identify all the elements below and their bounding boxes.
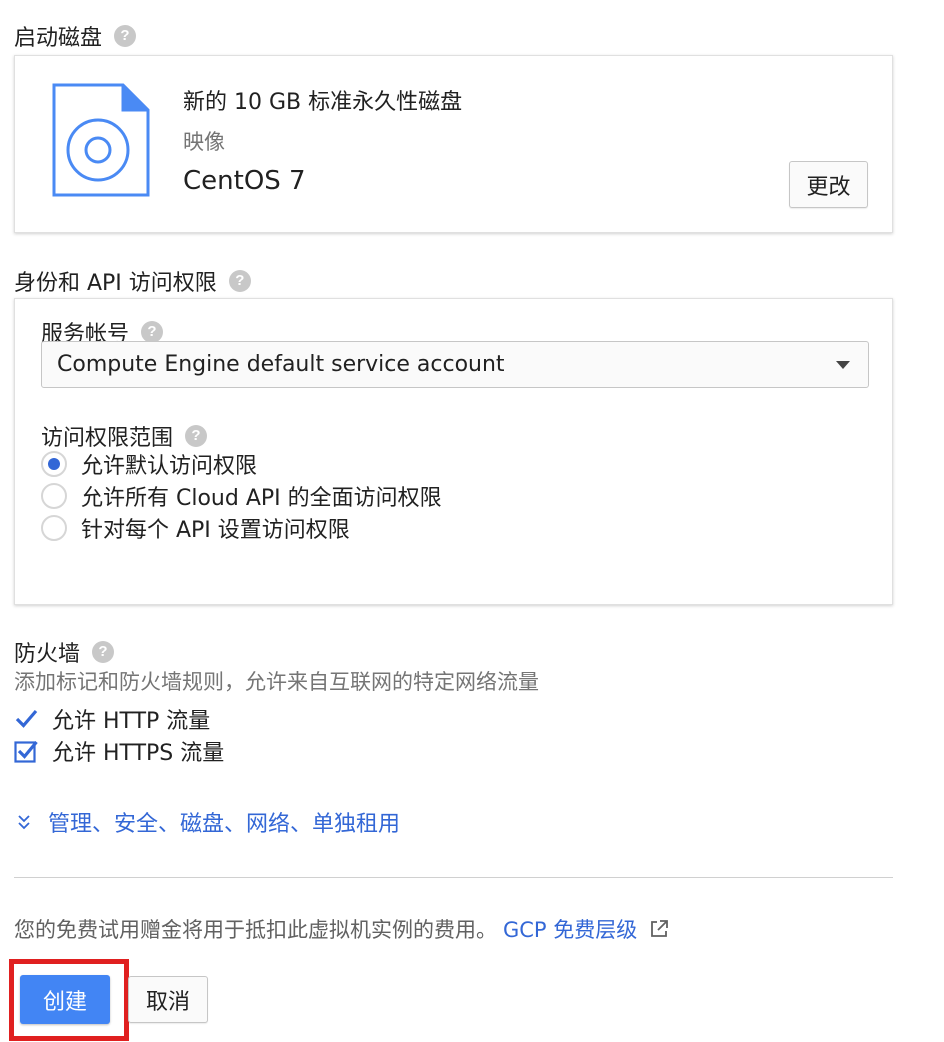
boot-disk-card: 新的 10 GB 标准永久性磁盘 映像 CentOS 7 更改 bbox=[14, 55, 893, 233]
disk-name: 新的 10 GB 标准永久性磁盘 bbox=[183, 90, 463, 115]
boot-disk-title: 启动磁盘 bbox=[14, 26, 103, 51]
identity-title: 身份和 API 访问权限 bbox=[14, 271, 217, 296]
image-name: CentOS 7 bbox=[183, 166, 306, 196]
advanced-options-label: 管理、安全、磁盘、网络、单独租用 bbox=[48, 812, 401, 837]
help-icon[interactable]: ? bbox=[185, 425, 208, 447]
free-trial-notice-text: 您的免费试用赠金将用于抵扣此虚拟机实例的费用。 bbox=[14, 918, 497, 942]
firewall-description: 添加标记和防火墙规则，允许来自互联网的特定网络流量 bbox=[14, 670, 539, 694]
double-chevron-down-icon bbox=[18, 815, 30, 830]
allow-http-checkbox-row[interactable]: 允许 HTTP 流量 bbox=[14, 703, 210, 735]
divider bbox=[14, 877, 893, 878]
external-link-icon[interactable] bbox=[649, 919, 669, 939]
help-icon[interactable]: ? bbox=[92, 641, 115, 663]
checkbox-checked-icon[interactable] bbox=[14, 739, 38, 763]
create-button[interactable]: 创建 bbox=[20, 975, 110, 1024]
identity-card: 服务帐号 ? Compute Engine default service ac… bbox=[14, 298, 893, 605]
identity-section-title: 身份和 API 访问权限 ? bbox=[14, 265, 251, 297]
help-icon[interactable]: ? bbox=[228, 270, 251, 292]
service-account-select[interactable]: Compute Engine default service account bbox=[41, 341, 869, 388]
scope-option-default[interactable]: 允许默认访问权限 bbox=[41, 448, 257, 480]
scope-option-label: 允许所有 Cloud API 的全面访问权限 bbox=[81, 486, 442, 511]
firewall-title: 防火墙 bbox=[14, 642, 81, 667]
help-icon[interactable]: ? bbox=[141, 321, 164, 343]
scope-option-full[interactable]: 允许所有 Cloud API 的全面访问权限 bbox=[41, 480, 442, 512]
disk-image-icon bbox=[52, 83, 150, 197]
free-trial-notice: 您的免费试用赠金将用于抵扣此虚拟机实例的费用。 GCP 免费层级 bbox=[14, 914, 669, 944]
scope-option-label: 允许默认访问权限 bbox=[81, 454, 258, 479]
dropdown-arrow-icon bbox=[836, 361, 850, 369]
free-tier-link[interactable]: GCP 免费层级 bbox=[503, 914, 637, 944]
radio-selected-icon[interactable] bbox=[41, 451, 67, 477]
checkmark-icon[interactable] bbox=[14, 707, 38, 731]
allow-https-label: 允许 HTTPS 流量 bbox=[52, 741, 225, 766]
change-disk-button[interactable]: 更改 bbox=[789, 161, 868, 208]
allow-https-checkbox-row[interactable]: 允许 HTTPS 流量 bbox=[14, 735, 224, 767]
firewall-section-title: 防火墙 ? bbox=[14, 636, 115, 668]
radio-unselected-icon[interactable] bbox=[41, 483, 67, 509]
allow-http-label: 允许 HTTP 流量 bbox=[52, 709, 211, 734]
boot-disk-section-title: 启动磁盘 ? bbox=[14, 20, 137, 52]
advanced-options-link[interactable]: 管理、安全、磁盘、网络、单独租用 bbox=[14, 806, 400, 838]
scope-option-label: 针对每个 API 设置访问权限 bbox=[81, 518, 350, 543]
image-label: 映像 bbox=[183, 130, 225, 154]
cancel-button[interactable]: 取消 bbox=[128, 976, 208, 1023]
service-account-value: Compute Engine default service account bbox=[57, 352, 505, 377]
radio-unselected-icon[interactable] bbox=[41, 515, 67, 541]
help-icon[interactable]: ? bbox=[114, 25, 137, 47]
scope-option-per-api[interactable]: 针对每个 API 设置访问权限 bbox=[41, 512, 350, 544]
